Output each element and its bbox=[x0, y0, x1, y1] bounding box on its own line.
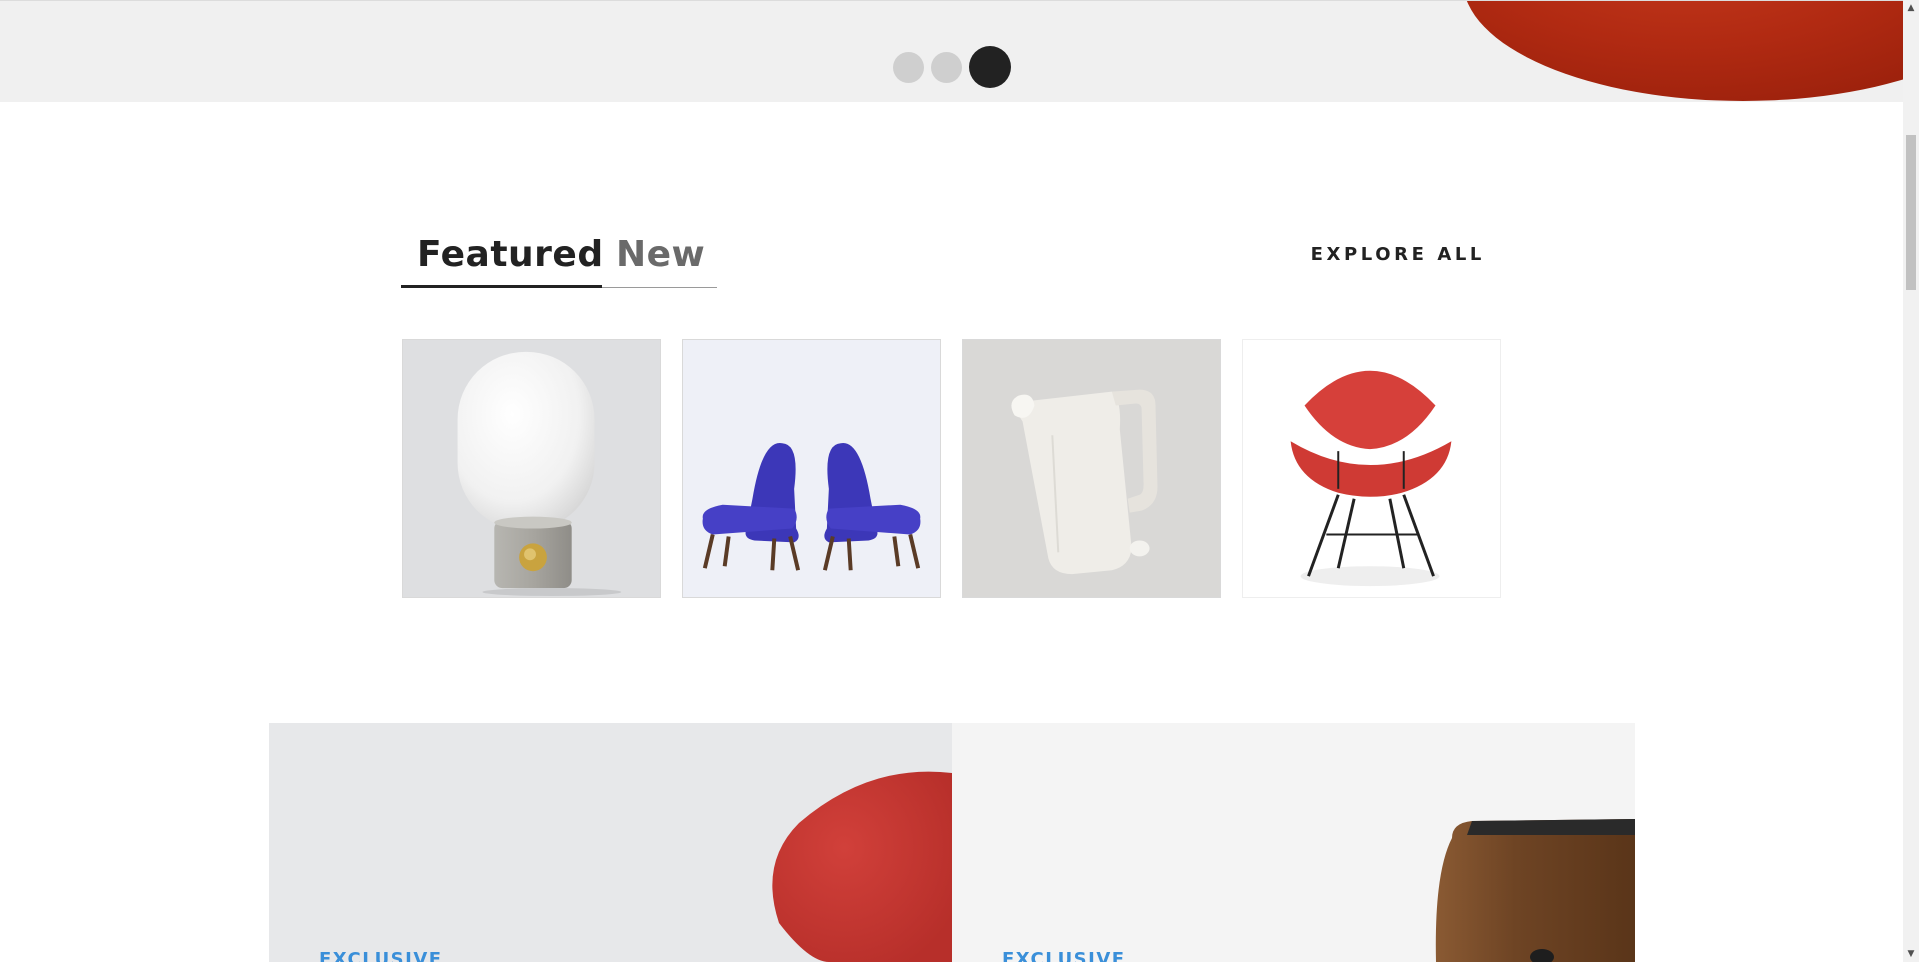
scroll-up-arrow-icon[interactable]: ▲ bbox=[1903, 0, 1919, 16]
promo-banner-1[interactable]: EXCLUSIVE bbox=[269, 723, 952, 962]
slider-dot-3-active[interactable] bbox=[969, 46, 1011, 88]
product-card-pitcher[interactable] bbox=[962, 339, 1221, 598]
tab-new[interactable]: New bbox=[616, 222, 705, 288]
red-chair-detail-icon bbox=[772, 771, 952, 962]
scroll-down-arrow-icon[interactable]: ▼ bbox=[1903, 946, 1919, 962]
product-card-armchairs[interactable] bbox=[682, 339, 941, 598]
hero-slider bbox=[0, 0, 1903, 102]
red-shell-chair-icon bbox=[1290, 370, 1452, 587]
hero-chair-image bbox=[1463, 1, 1903, 101]
explore-all-link[interactable]: EXPLORE ALL bbox=[1310, 240, 1485, 270]
ceramic-pitcher-icon bbox=[1011, 389, 1158, 575]
slider-dot-2[interactable] bbox=[931, 52, 962, 83]
promo-tag: EXCLUSIVE bbox=[319, 949, 443, 962]
wooden-chair-detail-icon bbox=[1435, 819, 1635, 962]
promo-tag: EXCLUSIVE bbox=[1002, 949, 1126, 962]
globe-lamp-icon bbox=[457, 351, 622, 597]
scrollbar-thumb[interactable] bbox=[1906, 135, 1916, 290]
tab-featured[interactable]: Featured bbox=[417, 222, 604, 288]
blue-armchairs-icon bbox=[702, 442, 921, 571]
promo-banner-2[interactable]: EXCLUSIVE bbox=[952, 723, 1635, 962]
product-tabs: Featured New bbox=[401, 222, 717, 288]
page-scrollbar[interactable]: ▲ ▼ bbox=[1903, 0, 1919, 962]
slider-dot-1[interactable] bbox=[893, 52, 924, 83]
product-card-lamp[interactable] bbox=[402, 339, 661, 598]
product-card-chair[interactable] bbox=[1242, 339, 1501, 598]
